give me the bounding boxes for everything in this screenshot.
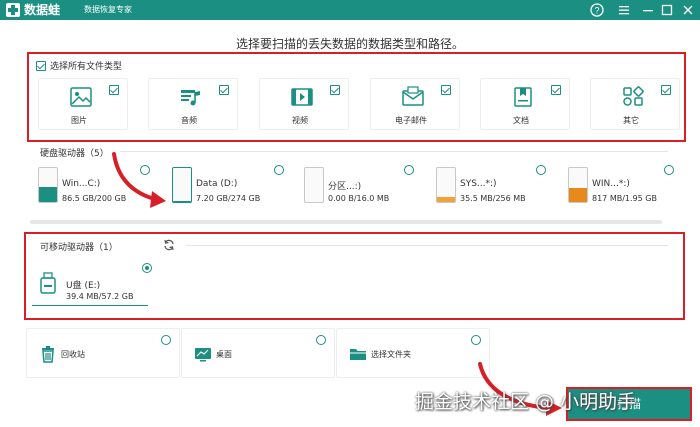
- file-type-label: 图片: [71, 116, 87, 125]
- file-type-label: 视频: [292, 116, 308, 125]
- file-type-audio[interactable]: 音频: [148, 78, 238, 130]
- menu-icon[interactable]: [615, 1, 633, 19]
- minimize-icon[interactable]: [639, 1, 657, 19]
- checkbox[interactable]: [219, 85, 229, 95]
- location-label: 回收站: [61, 350, 85, 359]
- location-radio[interactable]: [316, 335, 326, 345]
- drive-icon: [172, 167, 192, 203]
- drive-name: 分区...:): [328, 182, 362, 192]
- location-label: 桌面: [216, 350, 232, 359]
- instruction-text: 选择要扫描的丢失数据的数据类型和路径。: [235, 37, 464, 51]
- app-name: 数据蛙: [24, 3, 61, 17]
- removable-title: 可移动驱动器（1）: [40, 243, 118, 253]
- title-bar: 数据蛙 数据恢复专家 ?: [0, 0, 700, 20]
- video-icon: [291, 88, 313, 106]
- usb-radio[interactable]: [142, 263, 152, 273]
- file-type-label: 音频: [181, 116, 197, 125]
- drive-radio[interactable]: [404, 165, 414, 175]
- drives-scrollbar[interactable]: [30, 220, 662, 224]
- drive-size: 0.00 B/16.0 MB: [328, 194, 390, 203]
- drive-sys[interactable]: SYS...*:) 35.5 MB/256 MB: [432, 163, 552, 209]
- location-label: 选择文件夹: [371, 350, 411, 359]
- location-radio[interactable]: [471, 335, 481, 345]
- drive-radio[interactable]: [664, 165, 674, 175]
- checkbox[interactable]: [551, 85, 561, 95]
- location-recycle-bin[interactable]: 回收站: [26, 328, 180, 378]
- divider: [186, 245, 668, 246]
- email-icon: [402, 86, 424, 106]
- drive-name: U盘 (E:): [66, 281, 101, 291]
- select-all-label: 选择所有文件类型: [50, 62, 123, 72]
- drive-name: SYS...*:): [460, 179, 497, 189]
- file-type-video[interactable]: 视频: [259, 78, 349, 130]
- drive-icon: [304, 167, 324, 203]
- svg-text:?: ?: [594, 6, 599, 16]
- drive-size: 39.4 MB/57.2 GB: [66, 292, 134, 301]
- drive-usage-fill: [437, 197, 455, 202]
- drive-d[interactable]: Data (D:) 7.20 GB/274 GB: [168, 163, 288, 209]
- drive-size: 35.5 MB/256 MB: [460, 194, 526, 203]
- file-type-label: 其它: [623, 116, 639, 125]
- desktop-icon: [195, 348, 211, 362]
- checkbox[interactable]: [441, 85, 451, 95]
- close-icon[interactable]: [679, 1, 697, 19]
- drive-usage-fill: [173, 200, 191, 202]
- drive-usage-fill: [39, 187, 57, 202]
- hard-drives-title: 硬盘驱动器（5）: [40, 149, 109, 159]
- location-radio[interactable]: [161, 335, 171, 345]
- drive-icon: [568, 167, 588, 203]
- folder-icon: [350, 349, 366, 360]
- location-select-folder[interactable]: 选择文件夹: [336, 328, 490, 378]
- logo-icon: [6, 3, 20, 17]
- select-all-checkbox[interactable]: [36, 60, 46, 71]
- image-icon: [70, 87, 92, 107]
- file-type-label: 文档: [513, 116, 529, 125]
- file-type-document[interactable]: 文档: [480, 78, 570, 130]
- checkbox[interactable]: [661, 85, 671, 95]
- help-icon[interactable]: ?: [588, 1, 606, 19]
- checkbox[interactable]: [109, 85, 119, 95]
- drive-name: Win...C:): [62, 179, 101, 189]
- drive-radio[interactable]: [274, 165, 284, 175]
- file-type-label: 电子邮件: [395, 116, 427, 125]
- audio-icon: [181, 90, 200, 106]
- drive-icon: [38, 167, 58, 203]
- location-desktop[interactable]: 桌面: [181, 328, 335, 378]
- annotation-arrow-icon: [112, 152, 166, 208]
- annotation-arrow-icon: [478, 362, 562, 416]
- drive-size: 7.20 GB/274 GB: [196, 194, 261, 203]
- usb-drive-icon: [40, 272, 56, 294]
- drive-name: Data (D:): [196, 179, 238, 189]
- drive-partition[interactable]: 分区...:) 0.00 B/16.0 MB: [300, 163, 420, 209]
- drive-icon: [436, 167, 456, 203]
- select-all-file-types[interactable]: 选择所有文件类型: [36, 59, 122, 72]
- selection-underline: [32, 305, 148, 306]
- app-subtitle: 数据恢复专家: [84, 5, 132, 14]
- drive-win[interactable]: WIN...*:) 817 MB/1.95 GB: [564, 163, 684, 209]
- other-icon: [623, 86, 644, 106]
- drive-radio[interactable]: [536, 165, 546, 175]
- file-type-email[interactable]: 电子邮件: [370, 78, 460, 130]
- drive-usb-e[interactable]: U盘 (E:) 39.4 MB/57.2 GB: [32, 262, 148, 306]
- maximize-icon[interactable]: [658, 1, 676, 19]
- drive-size: 817 MB/1.95 GB: [592, 194, 657, 203]
- file-type-image[interactable]: 图片: [38, 78, 128, 130]
- refresh-icon[interactable]: [163, 239, 175, 251]
- recycle-bin-icon: [42, 346, 54, 363]
- file-type-other[interactable]: 其它: [590, 78, 680, 130]
- checkbox[interactable]: [330, 85, 340, 95]
- document-icon: [514, 87, 532, 107]
- drive-name: WIN...*:): [592, 179, 630, 189]
- scan-button[interactable]: 扫描: [566, 387, 692, 421]
- divider: [120, 151, 668, 152]
- drive-usage-fill: [569, 187, 587, 202]
